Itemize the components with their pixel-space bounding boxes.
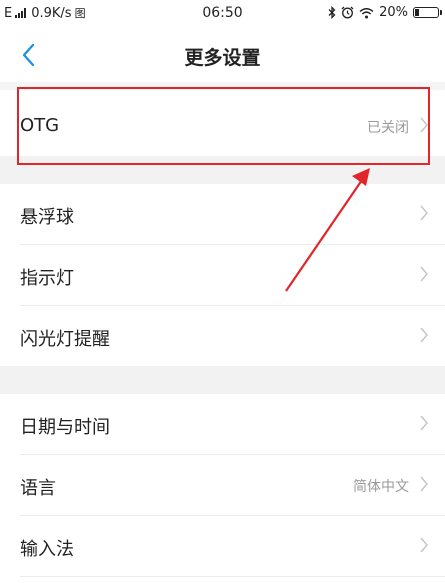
- setting-label: 指示灯: [20, 268, 74, 289]
- status-bar: E 0.9K/s 图 06:50 20%: [0, 0, 445, 28]
- status-right: 20%: [328, 5, 442, 20]
- setting-row-language[interactable]: 语言 简体中文: [0, 455, 445, 515]
- setting-label: 闪光灯提醒: [20, 329, 110, 350]
- wifi-icon: [359, 7, 374, 18]
- alarm-icon: [341, 6, 354, 19]
- chevron-right-icon: [420, 327, 428, 343]
- setting-row-flash-reminder[interactable]: 闪光灯提醒: [0, 306, 445, 366]
- setting-value: 简体中文: [353, 479, 409, 495]
- setting-row-floating-ball[interactable]: 悬浮球: [0, 184, 445, 244]
- setting-label: 日期与时间: [20, 417, 110, 438]
- chevron-right-icon: [420, 415, 428, 431]
- battery-percent: 20%: [379, 5, 408, 20]
- setting-row-date-time[interactable]: 日期与时间: [0, 394, 445, 454]
- title-bar: 更多设置: [0, 28, 445, 82]
- section-gap: [0, 366, 445, 394]
- setting-label: 语言: [20, 478, 56, 499]
- chevron-right-icon: [420, 205, 428, 221]
- chevron-right-icon: [420, 537, 428, 553]
- setting-label: 输入法: [20, 539, 74, 560]
- highlight-box: [17, 87, 430, 165]
- battery-icon: [413, 7, 442, 18]
- page-title: 更多设置: [184, 47, 261, 69]
- battery-fill: [415, 9, 419, 16]
- divider: [20, 576, 445, 577]
- bluetooth-icon: [328, 6, 336, 19]
- setting-label: 悬浮球: [20, 207, 74, 228]
- setting-row-input-method[interactable]: 输入法: [0, 516, 445, 576]
- setting-row-indicator-light[interactable]: 指示灯: [0, 245, 445, 305]
- chevron-right-icon: [420, 266, 428, 282]
- chevron-right-icon: [420, 476, 428, 492]
